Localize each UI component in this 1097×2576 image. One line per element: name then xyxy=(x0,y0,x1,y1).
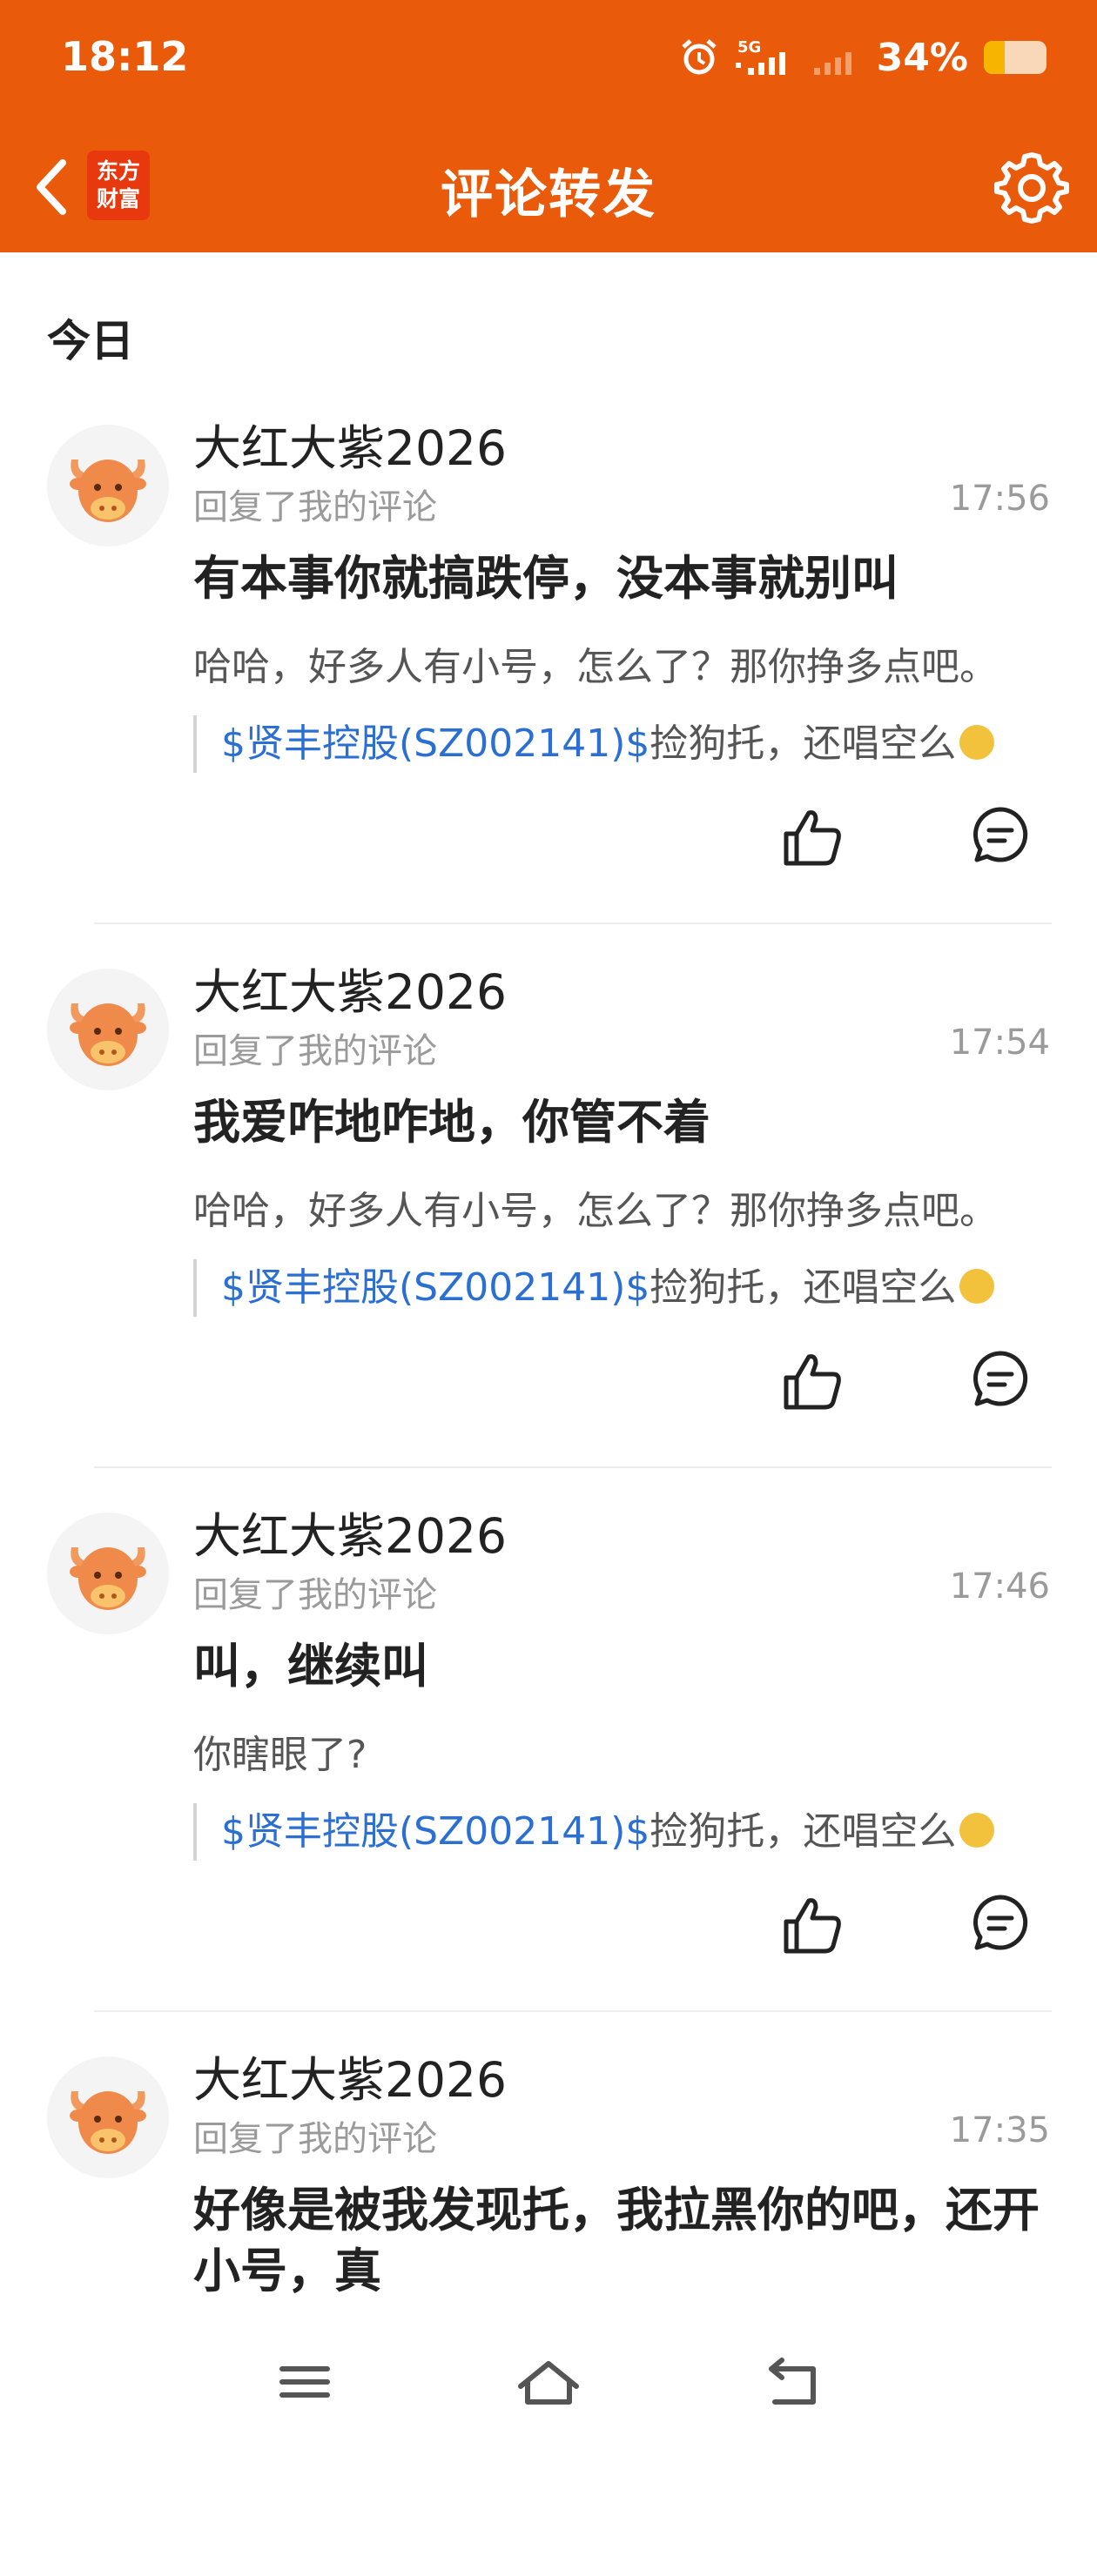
signal-5g-icon: 5G xyxy=(735,38,785,75)
notification-time: 17:46 xyxy=(949,1566,1050,1607)
notification-item[interactable]: 大红大紫2026 回复了我的评论 17:54 我爱咋地咋地，你管不着 哈哈，好多… xyxy=(0,944,1097,1488)
username[interactable]: 大红大紫2026 xyxy=(193,2041,507,2110)
quoted-comment[interactable]: 哈哈，好多人有小号，怎么了？那你挣多点吧。 xyxy=(193,1179,1053,1235)
dog-emoji-icon xyxy=(959,725,995,760)
stock-link[interactable]: $贤丰控股(SZ002141)$ xyxy=(221,721,649,766)
home-icon[interactable] xyxy=(514,2351,583,2412)
like-icon[interactable] xyxy=(779,1348,845,1414)
status-icons: 5G 34% xyxy=(678,31,1047,84)
notification-item[interactable]: 大红大紫2026 回复了我的评论 17:35 好像是被我发现托，我拉黑你的吧，还… xyxy=(0,2032,1097,2576)
quoted-comment[interactable]: 哈哈，好多人有小号，怎么了？那你挣多点吧。 xyxy=(193,635,1053,691)
divider xyxy=(94,1466,1052,1468)
avatar[interactable] xyxy=(47,425,169,547)
comment-icon[interactable] xyxy=(970,1892,1031,1953)
battery-icon xyxy=(984,41,1047,74)
original-post-text: 捡狗托，还唱空么 xyxy=(649,721,957,766)
notification-time: 17:56 xyxy=(949,479,1050,519)
nav-bar: 东方 财富 评论转发 xyxy=(0,117,1097,252)
notification-item[interactable]: 大红大紫2026 回复了我的评论 17:46 叫，继续叫 你瞎眼了? $贤丰控股… xyxy=(0,1488,1097,2032)
username[interactable]: 大红大紫2026 xyxy=(193,1497,507,1566)
status-bar: 18:12 5G 34% xyxy=(0,0,1097,117)
divider xyxy=(94,2010,1052,2012)
quoted-comment[interactable]: 你瞎眼了? xyxy=(193,1723,1053,1779)
reply-text[interactable]: 好像是被我发现托，我拉黑你的吧，还开小号，真 xyxy=(193,2180,1055,2302)
dog-emoji-icon xyxy=(959,1813,995,1848)
signal-icon xyxy=(813,52,851,75)
reply-text[interactable]: 叫，继续叫 xyxy=(193,1636,1055,1697)
status-time: 18:12 xyxy=(61,33,189,80)
comment-icon[interactable] xyxy=(970,1348,1031,1409)
username[interactable]: 大红大紫2026 xyxy=(193,409,507,479)
section-header-today: 今日 xyxy=(47,316,134,366)
dog-emoji-icon xyxy=(959,1269,995,1304)
avatar[interactable] xyxy=(47,969,169,1090)
bull-avatar-icon xyxy=(70,1547,146,1610)
action-text: 回复了我的评论 xyxy=(193,1031,437,1071)
reply-text[interactable]: 我爱咋地咋地，你管不着 xyxy=(193,1092,1055,1153)
gear-icon[interactable] xyxy=(993,148,1071,226)
battery-fill xyxy=(984,41,1006,74)
divider xyxy=(94,922,1052,924)
like-icon[interactable] xyxy=(779,804,845,870)
action-text: 回复了我的评论 xyxy=(193,487,437,527)
back-nav-icon[interactable] xyxy=(759,2351,829,2412)
bull-avatar-icon xyxy=(70,1003,146,1066)
reply-text[interactable]: 有本事你就搞跌停，没本事就别叫 xyxy=(193,548,1055,609)
username[interactable]: 大红大紫2026 xyxy=(193,953,507,1023)
notification-item[interactable]: 大红大紫2026 回复了我的评论 17:56 有本事你就搞跌停，没本事就别叫 哈… xyxy=(0,400,1097,944)
avatar[interactable] xyxy=(47,1513,169,1634)
comment-icon[interactable] xyxy=(970,804,1031,865)
bull-avatar-icon xyxy=(70,460,146,522)
system-nav-bar xyxy=(0,2325,1097,2437)
like-icon[interactable] xyxy=(779,1892,845,1958)
avatar[interactable] xyxy=(47,2056,169,2178)
notification-time: 17:35 xyxy=(949,2110,1050,2150)
stock-link[interactable]: $贤丰控股(SZ002141)$ xyxy=(221,1809,649,1854)
original-post[interactable]: $贤丰控股(SZ002141)$捡狗托，还唱空么 xyxy=(193,715,1053,773)
original-post[interactable]: $贤丰控股(SZ002141)$捡狗托，还唱空么 xyxy=(193,1803,1053,1861)
action-text: 回复了我的评论 xyxy=(193,1575,437,1615)
menu-icon[interactable] xyxy=(270,2351,340,2412)
original-post-text: 捡狗托，还唱空么 xyxy=(649,1265,957,1310)
original-post[interactable]: $贤丰控股(SZ002141)$捡狗托，还唱空么 xyxy=(193,1259,1053,1317)
top-bar: 18:12 5G 34% 东方 财富 评论转发 xyxy=(0,0,1097,252)
notification-time: 17:54 xyxy=(949,1023,1050,1063)
bull-avatar-icon xyxy=(70,2091,146,2154)
original-post-text: 捡狗托，还唱空么 xyxy=(649,1809,957,1854)
battery-percent: 34% xyxy=(876,35,968,80)
svg-text:5G: 5G xyxy=(737,38,761,57)
alarm-icon xyxy=(682,39,717,75)
action-text: 回复了我的评论 xyxy=(193,2119,437,2159)
page-title: 评论转发 xyxy=(441,164,656,225)
stock-link[interactable]: $贤丰控股(SZ002141)$ xyxy=(221,1265,649,1310)
